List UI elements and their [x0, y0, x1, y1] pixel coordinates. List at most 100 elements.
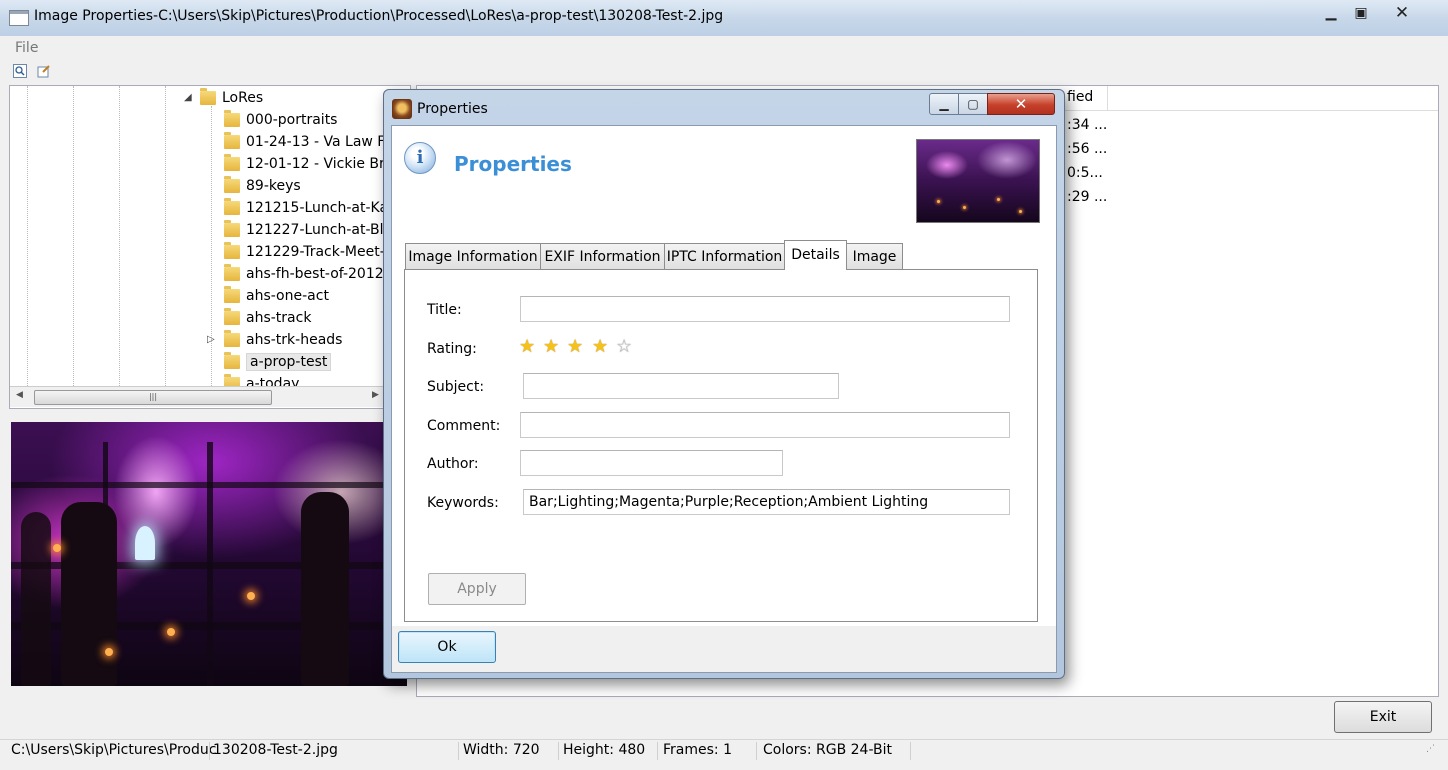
star-icon[interactable]: ★: [567, 338, 583, 356]
tree-item[interactable]: 121227-Lunch-at-Bla: [224, 220, 392, 240]
status-frames: Frames: 1: [663, 742, 732, 758]
zoom-icon[interactable]: [13, 64, 27, 78]
dialog-title: Properties: [417, 101, 488, 117]
status-bar: C:\Users\Skip\Pictures\Produc 130208-Tes…: [0, 739, 1448, 762]
comment-field[interactable]: [520, 412, 1010, 438]
folder-icon: [200, 88, 216, 105]
maximize-button[interactable]: ▣: [1346, 2, 1376, 24]
star-icon[interactable]: ☆: [616, 338, 632, 356]
preview-shape: [21, 512, 51, 686]
tree-item[interactable]: ahs-one-act: [224, 286, 329, 306]
star-icon[interactable]: ★: [519, 338, 535, 356]
tree-horizontal-scrollbar[interactable]: ◀ ||| ▶: [10, 386, 410, 407]
tree-expand-icon[interactable]: ▷: [207, 334, 215, 345]
title-bar[interactable]: Image Properties-C:\Users\Skip\Pictures\…: [0, 0, 1448, 36]
status-path: C:\Users\Skip\Pictures\Produc: [11, 742, 217, 758]
tree-guide-line: [119, 86, 120, 386]
tree-guide-line: [27, 86, 28, 386]
tree-item[interactable]: ahs-fh-best-of-2012: [224, 264, 384, 284]
preview-shape: [135, 526, 155, 560]
preview-shape: [167, 628, 175, 636]
list-cell[interactable]: 0:5...: [1067, 165, 1103, 181]
tree-guide-line: [165, 86, 166, 386]
folder-tree[interactable]: ◢ LoRes 000-portraits 01-24-13 - Va Law …: [9, 85, 411, 409]
dialog-minimize-button[interactable]: ▁: [929, 93, 959, 115]
toolbar: [9, 60, 1439, 84]
dialog-maximize-button[interactable]: ▢: [958, 93, 988, 115]
ok-button[interactable]: Ok: [398, 631, 496, 663]
scroll-right-icon[interactable]: ▶: [372, 390, 379, 400]
star-icon[interactable]: ★: [592, 338, 608, 356]
folder-icon: [224, 132, 240, 149]
tree-collapse-icon[interactable]: ◢: [184, 92, 192, 103]
tree-item[interactable]: 121215-Lunch-at-Ka: [224, 198, 388, 218]
tab-details[interactable]: Details: [784, 240, 847, 270]
tree-guide-line: [211, 106, 212, 406]
title-label: Title:: [427, 302, 462, 318]
list-cell[interactable]: :34 ...: [1067, 117, 1107, 133]
folder-icon: [224, 176, 240, 193]
preview-shape: [53, 544, 61, 552]
thumbnail-shape: [997, 198, 1000, 201]
tab-iptc-information[interactable]: IPTC Information: [664, 243, 785, 269]
status-width: Width: 720: [463, 742, 540, 758]
list-cell[interactable]: :29 ...: [1067, 189, 1107, 205]
edit-icon[interactable]: [37, 64, 51, 78]
tree-item[interactable]: 12-01-12 - Vickie Bro: [224, 154, 393, 174]
window-title: Image Properties-C:\Users\Skip\Pictures\…: [34, 8, 724, 24]
minimize-button[interactable]: ▁: [1316, 2, 1346, 24]
folder-icon: [224, 286, 240, 303]
tree-item-lores[interactable]: LoRes: [200, 88, 263, 108]
scroll-left-icon[interactable]: ◀: [16, 390, 23, 400]
image-preview: [11, 422, 407, 686]
subject-field[interactable]: [523, 373, 839, 399]
tree-item[interactable]: 121229-Track-Meet-: [224, 242, 385, 262]
tab-image[interactable]: Image: [846, 243, 903, 269]
folder-icon: [224, 154, 240, 171]
status-separator: [910, 742, 911, 760]
exit-button[interactable]: Exit: [1334, 701, 1432, 733]
folder-icon: [224, 110, 240, 127]
folder-icon: [224, 352, 240, 369]
status-height: Height: 480: [563, 742, 646, 758]
tree-guide-line: [73, 86, 74, 386]
column-header-modified[interactable]: fied: [1067, 89, 1093, 105]
thumbnail-shape: [937, 200, 940, 203]
resize-grip-icon[interactable]: ⋰: [1426, 744, 1440, 758]
info-icon: i: [404, 142, 436, 174]
status-colors: Colors: RGB 24-Bit: [763, 742, 892, 758]
list-cell[interactable]: :56 ...: [1067, 141, 1107, 157]
close-button[interactable]: ✕: [1382, 2, 1422, 24]
comment-label: Comment:: [427, 418, 501, 434]
status-separator: [209, 742, 210, 760]
tab-exif-information[interactable]: EXIF Information: [540, 243, 665, 269]
apply-button[interactable]: Apply: [428, 573, 526, 605]
title-field[interactable]: [520, 296, 1010, 322]
folder-icon: [224, 220, 240, 237]
dialog-app-icon: [392, 99, 412, 119]
tab-image-information[interactable]: Image Information: [405, 243, 541, 269]
tree-item-selected[interactable]: a-prop-test: [224, 352, 332, 372]
status-separator: [458, 742, 459, 760]
star-icon[interactable]: ★: [543, 338, 559, 356]
column-separator: [1107, 86, 1108, 110]
tree-item[interactable]: ahs-trk-heads: [224, 330, 342, 350]
dialog-heading: Properties: [454, 152, 572, 176]
preview-shape: [301, 492, 349, 686]
scrollbar-thumb[interactable]: |||: [34, 390, 272, 405]
tree-item[interactable]: ahs-track: [224, 308, 311, 328]
author-field[interactable]: [520, 450, 783, 476]
preview-shape: [247, 592, 255, 600]
preview-shape: [61, 502, 117, 686]
thumbnail-shape: [963, 206, 966, 209]
tree-item[interactable]: 000-portraits: [224, 110, 337, 130]
tree-item[interactable]: 01-24-13 - Va Law Fo: [224, 132, 393, 152]
keywords-field[interactable]: Bar;Lighting;Magenta;Purple;Reception;Am…: [523, 489, 1010, 515]
preview-shape: [207, 442, 213, 686]
folder-icon: [224, 374, 240, 386]
tree-item[interactable]: 89-keys: [224, 176, 301, 196]
tree-item[interactable]: a-today: [224, 374, 299, 386]
dialog-close-button[interactable]: ✕: [987, 93, 1055, 115]
menu-bar: File: [9, 37, 1439, 59]
menu-file[interactable]: File: [15, 40, 38, 56]
